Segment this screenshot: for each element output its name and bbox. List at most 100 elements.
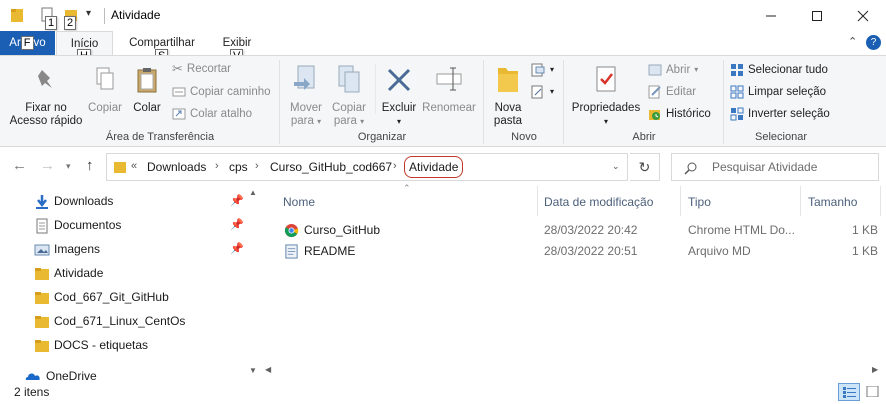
large-icons-view-button[interactable] — [862, 383, 884, 401]
edit-button[interactable]: Editar — [648, 83, 696, 101]
details-view-button[interactable] — [838, 383, 860, 401]
tab-file[interactable]: Ar Fvo — [0, 31, 55, 55]
breadcrumb-curso-github[interactable]: Curso_GitHub_cod667 — [270, 160, 392, 174]
properties-check-icon — [596, 66, 616, 92]
folder-icon — [35, 268, 49, 280]
scroll-left-icon[interactable]: ◀ — [265, 365, 271, 374]
keytip-2: 2 — [64, 16, 77, 30]
properties-label: Propriedades — [571, 102, 641, 114]
easy-access-button[interactable]: ▾ — [530, 83, 554, 101]
move-to-button[interactable]: Mover para ▾ — [286, 64, 326, 128]
file-row[interactable]: Curso_GitHub 28/03/2022 20:42 Chrome HTM… — [262, 220, 882, 241]
copy-button[interactable]: Copiar — [86, 66, 124, 115]
nav-item-docs-etiquetas[interactable]: DOCS - etiquetas — [0, 333, 248, 357]
breadcrumb-separator-icon[interactable]: › — [255, 160, 259, 172]
recent-locations-icon[interactable]: ▾ — [66, 161, 71, 172]
cut-button[interactable]: ✂ Recortar — [172, 60, 231, 78]
history-icon — [649, 110, 660, 120]
close-button[interactable] — [840, 0, 886, 31]
collapse-ribbon-icon[interactable]: ⌃ — [848, 35, 857, 48]
dropdown-arrow-icon: ▾ — [317, 117, 322, 126]
group-label-select: Selecionar — [755, 131, 807, 143]
maximize-button[interactable] — [794, 0, 840, 31]
copy-path-button[interactable]: Copiar caminho — [172, 83, 271, 101]
pin-quick-access-button[interactable]: Fixar no Acesso rápido — [6, 66, 86, 128]
forward-arrow-icon[interactable]: → — [40, 157, 55, 174]
nav-item-onedrive[interactable]: OneDrive — [0, 364, 248, 380]
up-arrow-icon[interactable]: ↑ — [86, 157, 94, 174]
breadcrumb-atividade[interactable]: Atividade — [404, 156, 464, 178]
rename-label: Renomear — [422, 102, 476, 114]
nav-item-atividade[interactable]: Atividade — [0, 261, 248, 285]
group-label-new: Novo — [511, 131, 537, 143]
invert-selection-button[interactable]: Inverter seleção — [730, 105, 830, 123]
select-none-label: Limpar seleção — [748, 86, 826, 98]
ribbon-tabs: ArFvo Início H Compartilhar S Exibir V ⌃… — [0, 31, 886, 63]
breadcrumb-cps[interactable]: cps — [229, 160, 248, 174]
breadcrumb-separator-icon[interactable]: › — [215, 160, 219, 172]
column-divider[interactable] — [800, 186, 801, 216]
help-icon[interactable]: ? — [866, 35, 881, 50]
folder-icon — [35, 340, 49, 352]
properties-button[interactable]: Propriedades ▾ — [570, 64, 642, 128]
file-row[interactable]: README 28/03/2022 20:51 Arquivo MD 1 KB — [262, 241, 882, 262]
new-item-icon — [531, 63, 545, 77]
scroll-down-icon[interactable]: ▼ — [249, 366, 257, 375]
column-divider[interactable] — [680, 186, 681, 216]
content-horizontal-scrollbar[interactable]: ◀ ▶ — [262, 362, 886, 379]
rename-button[interactable]: Renomear — [421, 64, 477, 115]
nav-item-cod-671[interactable]: Cod_671_Linux_CentOs — [0, 309, 248, 333]
nav-pane-scrollbar[interactable]: ▲ ▼ — [246, 186, 262, 380]
nav-item-label: Imagens — [54, 242, 101, 256]
dropdown-arrow-icon: ▾ — [396, 117, 401, 126]
select-none-button[interactable]: Limpar seleção — [730, 83, 826, 101]
column-header-type[interactable]: Tipo — [688, 195, 711, 209]
quick-access-dropdown-icon[interactable]: ▾ — [86, 8, 91, 19]
large-icons-view-icon — [866, 386, 879, 397]
new-folder-button[interactable]: Nova pasta — [490, 64, 526, 128]
search-box[interactable]: Pesquisar Atividade — [671, 153, 879, 181]
refresh-button[interactable]: ↻ — [630, 153, 660, 181]
tab-exibir-label: Exibir — [222, 37, 252, 49]
breadcrumb-separator-icon[interactable]: › — [393, 160, 397, 172]
keytip-f: F — [20, 36, 34, 50]
download-arrow-icon — [36, 195, 48, 209]
nav-item-imagens[interactable]: Imagens 📌 — [0, 237, 248, 261]
copy-icon — [96, 67, 114, 90]
breadcrumb-overflow[interactable]: « — [131, 160, 137, 172]
back-arrow-icon[interactable]: ← — [12, 157, 27, 174]
address-dropdown-icon[interactable]: ⌄ — [612, 161, 620, 172]
open-button[interactable]: Abrir ▾ — [648, 61, 698, 79]
column-header-name[interactable]: Nome — [283, 195, 315, 209]
scissors-icon: ✂ — [172, 61, 183, 76]
minimize-button[interactable] — [748, 0, 794, 31]
copy-to-button[interactable]: Copiar para ▾ — [329, 64, 369, 128]
scroll-right-icon[interactable]: ▶ — [872, 365, 878, 374]
paste-shortcut-button[interactable]: Colar atalho — [172, 105, 252, 123]
column-divider[interactable] — [537, 186, 538, 216]
breadcrumb-downloads[interactable]: Downloads — [147, 160, 206, 174]
paste-shortcut-icon — [172, 108, 186, 120]
pin-quick-access-label-1: Fixar no — [25, 102, 67, 114]
delete-button[interactable]: Excluir ▾ — [379, 64, 419, 128]
history-button[interactable]: Histórico — [648, 105, 711, 123]
navigation-bar: ← → ▾ ↑ « Downloads › cps › Curso_GitHub… — [0, 148, 886, 186]
column-header-date[interactable]: Data de modificação — [544, 195, 653, 209]
move-to-label-1: Mover — [290, 102, 322, 114]
address-bar[interactable]: « Downloads › cps › Curso_GitHub_cod667 … — [106, 153, 628, 181]
column-divider[interactable] — [880, 186, 881, 216]
file-type: Chrome HTML Do... — [688, 223, 795, 237]
nav-item-downloads[interactable]: Downloads 📌 — [0, 189, 248, 213]
scroll-up-icon[interactable]: ▲ — [249, 188, 257, 197]
nav-item-documentos[interactable]: Documentos 📌 — [0, 213, 248, 237]
paste-button[interactable]: Colar — [128, 66, 166, 115]
column-header-size[interactable]: Tamanho — [808, 195, 857, 209]
select-all-button[interactable]: Selecionar tudo — [730, 61, 828, 79]
dropdown-arrow-icon: ▾ — [550, 65, 555, 74]
keytip-1: 1 — [45, 16, 58, 30]
new-item-button[interactable]: ▾ — [530, 61, 554, 79]
group-label-open: Abrir — [632, 131, 656, 143]
new-folder-label-2: pasta — [493, 115, 523, 127]
nav-item-cod-667[interactable]: Cod_667_Git_GitHub — [0, 285, 248, 309]
new-folder-icon — [498, 68, 518, 92]
